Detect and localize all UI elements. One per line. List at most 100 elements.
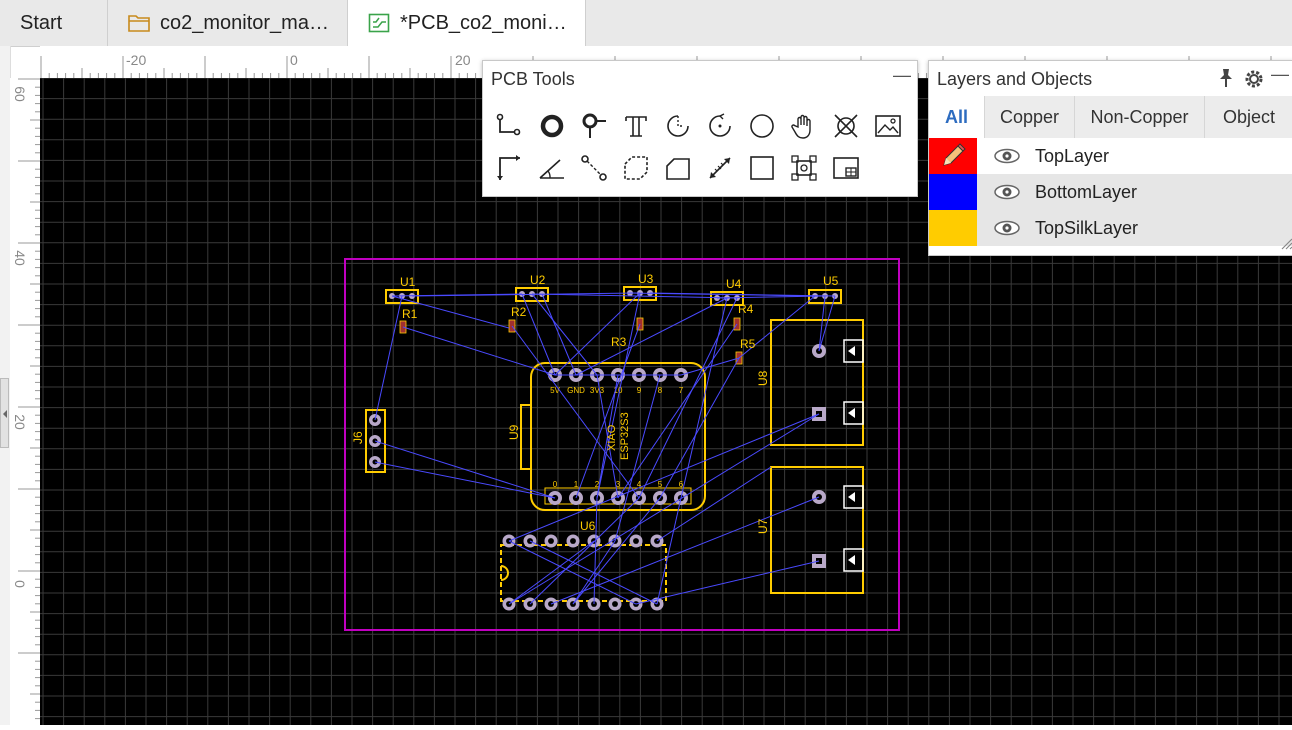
ratline (575, 323, 641, 499)
hole-tool-icon[interactable] (787, 151, 821, 185)
layer-row-toplayer[interactable]: TopLayer (929, 138, 1292, 174)
arc-ccw-tool-icon[interactable] (703, 109, 737, 143)
label-esp32s3: ESP32S3 (619, 412, 631, 460)
angle-tool-icon[interactable] (535, 151, 569, 185)
pin-label: 7 (679, 386, 684, 395)
ruler-v-label: 40 (11, 250, 28, 266)
ratline (374, 295, 403, 421)
pin-label: GND (567, 386, 585, 395)
ruler-vertical: 60 40 20 0 (10, 78, 40, 725)
layer-tab-non-copper[interactable]: Non-Copper (1075, 96, 1205, 138)
pad-hole (612, 601, 618, 607)
ruler-v-label: 20 (11, 414, 28, 430)
tab-schematic-label: co2_monitor_ma… (160, 11, 329, 34)
ratline (635, 560, 820, 605)
layer-tab-all[interactable]: All (929, 96, 985, 138)
label-u2: U2 (530, 273, 546, 287)
pan-hand-icon[interactable] (787, 109, 821, 143)
dimension-tool-icon[interactable] (493, 151, 527, 185)
label-j6: J6 (351, 431, 365, 444)
layer-tab-copper[interactable]: Copper (985, 96, 1075, 138)
via-tool-icon[interactable] (577, 109, 611, 143)
ratline (593, 497, 598, 605)
pin-label: 8 (658, 386, 663, 395)
label-u4: U4 (726, 277, 742, 291)
canvas-origin-icon[interactable] (829, 151, 863, 185)
ruler-v-label: 60 (11, 86, 28, 102)
pad-hole (633, 538, 639, 544)
pin-label: 5V (550, 386, 560, 395)
ruler-h-label: -20 (126, 52, 147, 68)
pin-label: 9 (637, 386, 642, 395)
layer-color-swatch[interactable] (929, 138, 977, 174)
ratline (550, 496, 820, 605)
layer-color-swatch[interactable] (929, 210, 977, 246)
pin-label: 0 (553, 480, 558, 489)
layer-name: TopSilkLayer (1035, 217, 1139, 238)
pad-hole (548, 538, 554, 544)
ruler-h-label: 0 (290, 52, 298, 68)
tab-pcb-label: *PCB_co2_moni… (400, 11, 567, 34)
visibility-eye-icon[interactable] (987, 184, 1027, 200)
label-r3: R3 (611, 335, 627, 349)
no-connect-icon[interactable] (829, 109, 863, 143)
tab-start-label: Start (20, 11, 63, 34)
label-u3: U3 (638, 272, 654, 286)
copper-area-icon[interactable] (619, 151, 653, 185)
label-u9: U9 (507, 424, 521, 440)
pcb-tools-title: PCB Tools (491, 69, 575, 89)
ratline (508, 413, 820, 542)
ruler-h-label: 20 (455, 52, 471, 68)
gear-icon[interactable] (1243, 68, 1265, 95)
label-r5: R5 (740, 337, 756, 351)
ruler-v-label: 0 (11, 580, 28, 588)
label-u1: U1 (400, 275, 416, 289)
layer-color-swatch[interactable] (929, 174, 977, 210)
layer-tab-object-label: Object (1222, 106, 1276, 127)
visibility-eye-icon[interactable] (987, 148, 1027, 164)
pad-hole (570, 538, 576, 544)
layer-tab-non-copper-label: Non-Copper (1090, 106, 1189, 127)
pad-tool-icon[interactable] (535, 109, 569, 143)
connect-pad-icon[interactable] (577, 151, 611, 185)
pin-icon[interactable] (1216, 67, 1236, 94)
layer-row-topsilklayer[interactable]: TopSilkLayer (929, 210, 1292, 246)
label-r4: R4 (738, 302, 754, 316)
image-tool-icon[interactable] (871, 109, 905, 143)
ratline (572, 497, 661, 605)
layer-name: BottomLayer (1035, 181, 1138, 202)
pcb-tools-minimize-button[interactable]: — (893, 65, 911, 86)
measure-tool-icon[interactable] (703, 151, 737, 185)
label-r1: R1 (402, 307, 418, 321)
label-u6: U6 (580, 519, 596, 533)
pencil-icon (943, 143, 966, 166)
layer-tab-object[interactable]: Object (1205, 96, 1292, 138)
tab-schematic[interactable]: co2_monitor_ma… (108, 0, 348, 46)
arc-tool-icon[interactable] (661, 109, 695, 143)
ratline (521, 293, 556, 376)
tab-start[interactable]: Start (0, 0, 108, 46)
resize-grip-icon[interactable] (1279, 236, 1292, 255)
ratline (596, 292, 641, 499)
tab-pcb[interactable]: *PCB_co2_moni… (348, 0, 586, 46)
circle-tool-icon[interactable] (745, 109, 779, 143)
label-u5: U5 (823, 274, 839, 288)
collapse-grip[interactable] (0, 378, 9, 448)
pcb-doc-icon (368, 13, 390, 33)
solid-region-icon[interactable] (661, 151, 695, 185)
layers-minimize-button[interactable]: — (1271, 64, 1289, 85)
layer-row-bottomlayer[interactable]: BottomLayer (929, 174, 1292, 210)
text-tool-icon[interactable] (619, 109, 653, 143)
ratline (402, 326, 556, 376)
pcb-tools-panel: PCB Tools — (482, 60, 918, 197)
label-u7: U7 (756, 518, 770, 534)
layer-name: TopLayer (1035, 145, 1110, 166)
visibility-eye-icon[interactable] (987, 220, 1027, 236)
layers-panel-title: Layers and Objects (937, 69, 1093, 89)
track-tool-icon[interactable] (493, 109, 527, 143)
layer-tab-copper-label: Copper (999, 106, 1060, 127)
layers-panel: Layers and Objects — All Copper Non-Copp… (928, 60, 1292, 256)
pin-label: 1 (574, 480, 579, 489)
layer-tab-all-label: All (944, 106, 968, 127)
rectangle-tool-icon[interactable] (745, 151, 779, 185)
